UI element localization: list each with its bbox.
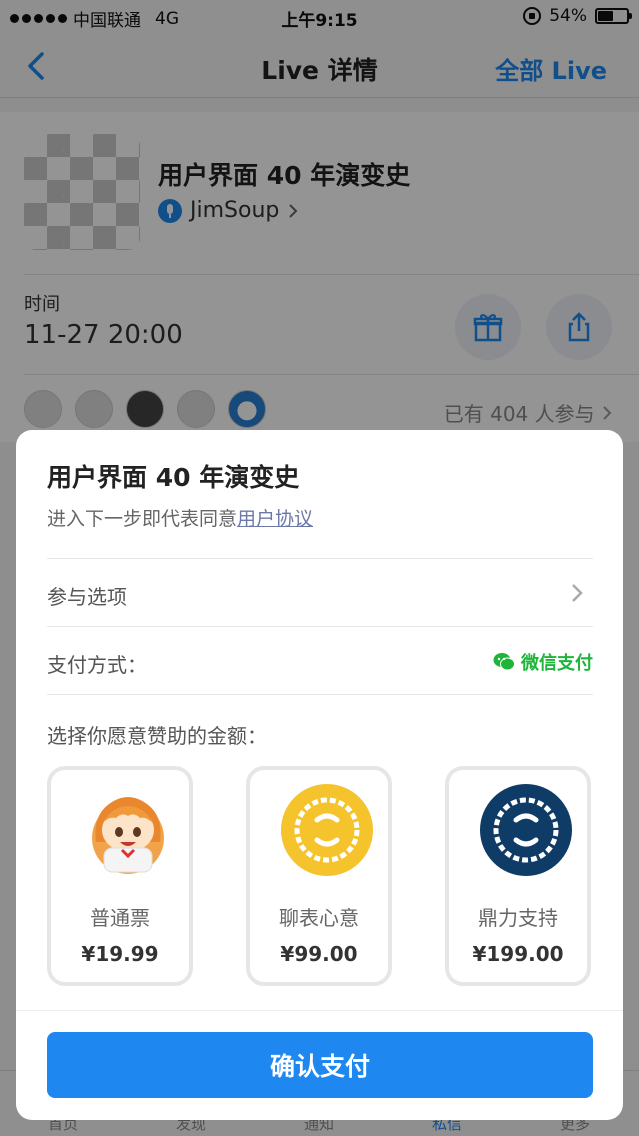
payment-method-row[interactable]: 支付方式： 微信支付 [47, 626, 593, 694]
payment-method: 微信支付 [493, 649, 593, 675]
payment-sheet: 用户界面 40 年演变史 进入下一步即代表同意用户协议 参与选项 支付方式： 微… [16, 430, 623, 1120]
tier-card-regular[interactable]: 普通票 ¥19.99 [47, 766, 193, 986]
navy-badge-icon [480, 784, 572, 876]
tier-price: ¥199.00 [472, 942, 564, 966]
yellow-badge-icon [281, 784, 373, 876]
options-label: 参与选项 [47, 585, 127, 609]
wechat-icon [493, 653, 515, 671]
tier-price: ¥99.00 [280, 942, 358, 966]
chevron-right-icon [572, 584, 583, 602]
sponsor-tiers: 普通票 ¥19.99 聊表心意 ¥99.00 鼎力支持 ¥199.00 [47, 766, 593, 986]
participation-options-row[interactable]: 参与选项 [47, 558, 593, 626]
payment-label: 支付方式： [47, 653, 147, 677]
divider [16, 1010, 623, 1011]
user-agreement-link[interactable]: 用户协议 [237, 508, 313, 530]
agreement-prefix: 进入下一步即代表同意 [47, 508, 238, 530]
divider [47, 694, 593, 695]
choose-amount-label: 选择你愿意赞助的金额： [47, 724, 267, 748]
tier-name: 聊表心意 [279, 906, 359, 930]
tier-card-token[interactable]: 聊表心意 ¥99.00 [246, 766, 392, 986]
tier-name: 鼎力支持 [478, 906, 558, 930]
tier-price: ¥19.99 [81, 942, 159, 966]
tier-name: 普通票 [90, 906, 150, 930]
payment-method-label: 微信支付 [521, 653, 593, 674]
agreement-text: 进入下一步即代表同意用户协议 [47, 504, 313, 531]
anime-girl-avatar [92, 797, 164, 874]
confirm-payment-button[interactable]: 确认支付 [47, 1032, 593, 1098]
sheet-title: 用户界面 40 年演变史 [47, 463, 300, 492]
tier-card-support[interactable]: 鼎力支持 ¥199.00 [445, 766, 591, 986]
